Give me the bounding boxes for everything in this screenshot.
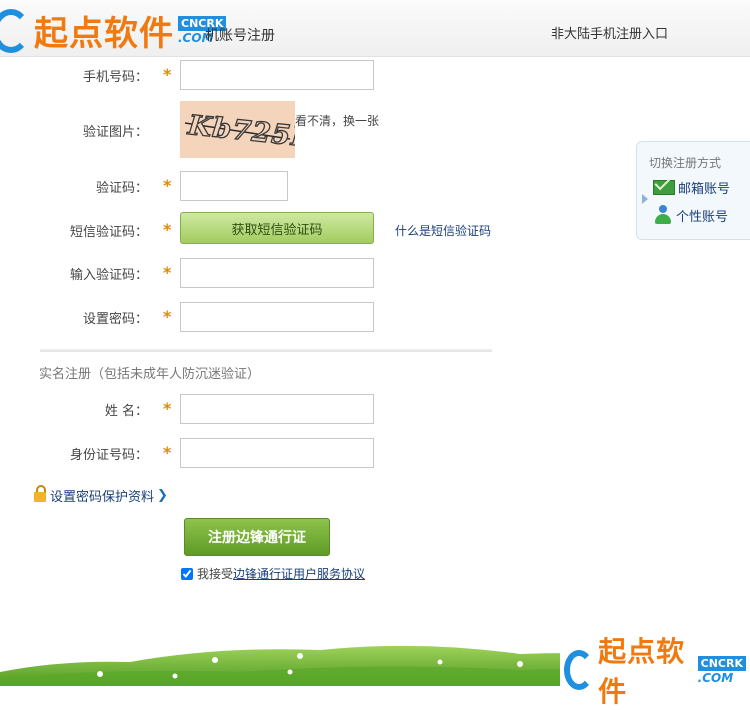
switch-panel-title: 切换注册方式 xyxy=(649,156,722,170)
required-mark: * xyxy=(163,65,172,84)
header-overlay xyxy=(0,0,750,56)
captcha-text: Kb725F xyxy=(185,110,295,154)
switch-custom-account[interactable]: 个性账号 xyxy=(653,205,728,225)
password-label: 设置密码： xyxy=(82,312,148,327)
get-sms-code-button[interactable]: 获取短信验证码 xyxy=(180,212,374,244)
mail-icon xyxy=(653,180,675,195)
id-number-input[interactable] xyxy=(180,438,374,468)
required-mark: * xyxy=(163,307,172,326)
sms-code-input[interactable] xyxy=(180,258,374,288)
agreement-row: 我接受 边锋通行证用户服务协议 xyxy=(181,565,365,582)
sms-label: 短信验证码： xyxy=(69,225,148,240)
switch-custom-label: 个性账号 xyxy=(676,209,729,225)
switch-register-panel: 切换注册方式 邮箱账号 个性账号 xyxy=(636,141,750,240)
name-input[interactable] xyxy=(180,394,374,424)
panel-arrow-icon xyxy=(642,194,648,204)
watermark-tag: CNCRK xyxy=(697,655,746,671)
name-row: 姓 名： * xyxy=(0,394,520,424)
verify-code-input[interactable] xyxy=(180,171,288,201)
phone-row: 手机号码： * xyxy=(0,60,520,90)
captcha-image[interactable]: Kb725F xyxy=(180,101,315,158)
captcha-refresh-link[interactable]: 看不清，换一张 xyxy=(295,112,379,129)
sms-help-link[interactable]: 什么是短信验证码 xyxy=(395,222,491,239)
watermark-tag-com: .COM xyxy=(697,670,734,685)
id-label: 身份证号码： xyxy=(69,448,148,463)
agreement-prefix: 我接受 xyxy=(197,567,234,581)
required-mark: * xyxy=(163,263,172,282)
phone-input[interactable] xyxy=(180,60,374,90)
agreement-link[interactable]: 边锋通行证用户服务协议 xyxy=(233,565,365,582)
agreement-checkbox[interactable] xyxy=(181,567,193,580)
password-protect-label: 设置密码保护资料 xyxy=(50,490,155,505)
verify-code-row: 验证码： * xyxy=(0,171,520,201)
password-input[interactable] xyxy=(180,302,374,332)
switch-email-label: 邮箱账号 xyxy=(678,182,731,197)
watermark-text: 起点软件 xyxy=(598,635,686,708)
chevron-right-icon: ❯ xyxy=(157,488,168,503)
verify-code-label: 验证码： xyxy=(95,181,148,196)
name-label: 姓 名： xyxy=(104,404,148,419)
register-button[interactable]: 注册边锋通行证 xyxy=(184,518,330,556)
password-protect-link[interactable]: 设置密码保护资料 ❯ xyxy=(34,484,168,505)
person-icon xyxy=(653,205,673,225)
required-mark: * xyxy=(163,443,172,462)
lock-icon xyxy=(34,484,46,502)
required-mark: * xyxy=(163,399,172,418)
section-divider xyxy=(40,349,492,352)
realname-section-title: 实名注册（包括未成年人防沉迷验证） xyxy=(39,367,261,382)
captcha-svg: Kb725F xyxy=(185,109,315,154)
input-code-row: 输入验证码： * xyxy=(0,258,520,288)
watermark-logo-bottom: 起点软件 CNCRK .COM xyxy=(560,630,750,710)
required-mark: * xyxy=(163,176,172,195)
captcha-label: 验证图片： xyxy=(82,125,148,140)
phone-label: 手机号码： xyxy=(82,70,148,85)
required-mark: * xyxy=(163,220,172,239)
id-row: 身份证号码： * xyxy=(0,438,520,468)
input-code-label: 输入验证码： xyxy=(69,268,148,283)
password-row: 设置密码： * xyxy=(0,302,520,332)
switch-email-account[interactable]: 邮箱账号 xyxy=(653,178,730,197)
watermark-g-icon xyxy=(564,650,595,690)
